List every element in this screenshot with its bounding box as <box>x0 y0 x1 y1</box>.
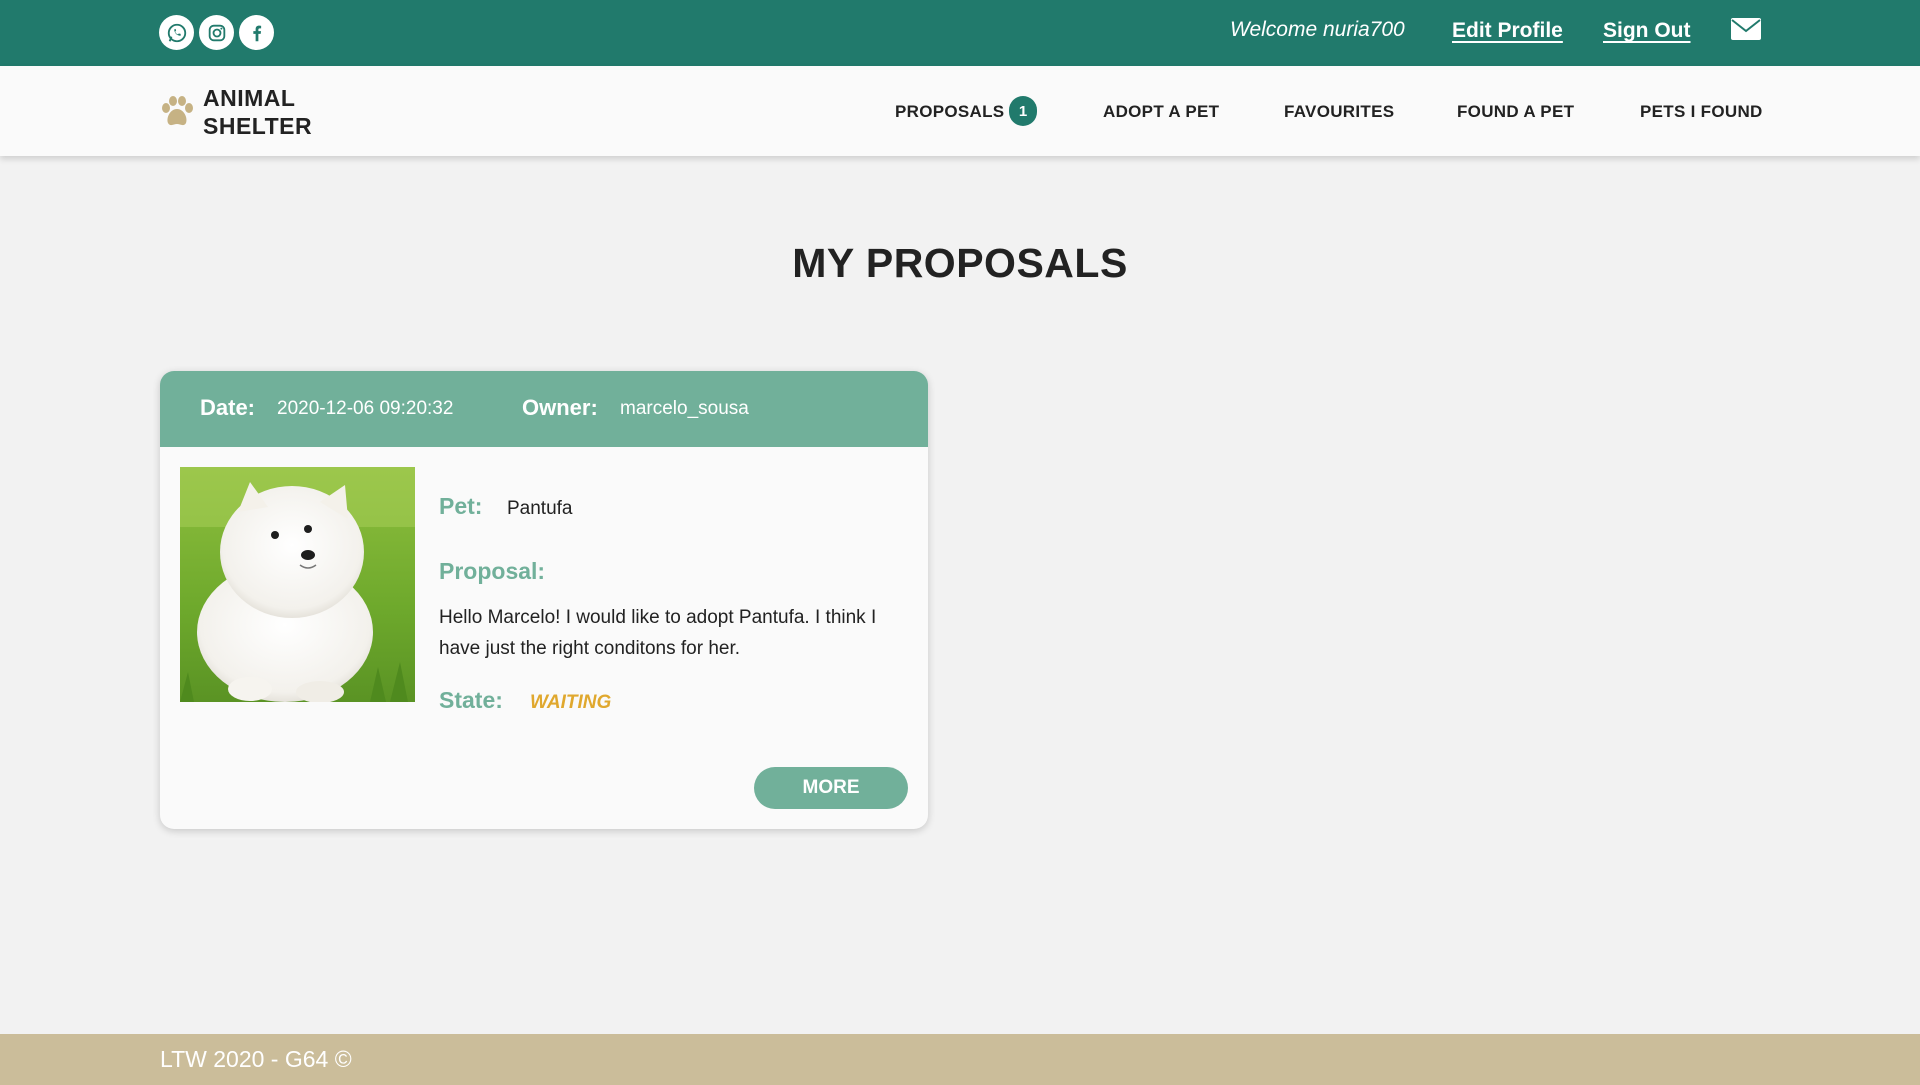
owner-value: marcelo_sousa <box>620 398 749 419</box>
top-bar: Welcome nuria700 Edit Profile Sign Out <box>0 0 1920 66</box>
sign-out-link[interactable]: Sign Out <box>1603 19 1691 43</box>
social-links <box>159 15 274 50</box>
nav-menu: PROPOSALS 1 ADOPT A PET FAVOURITES FOUND… <box>0 66 1920 156</box>
proposal-card: Date: 2020-12-06 09:20:32 Owner: marcelo… <box>160 371 928 829</box>
nav-item-proposals[interactable]: PROPOSALS <box>895 102 1004 122</box>
page-title: MY PROPOSALS <box>792 240 1128 286</box>
nav-item-favourites[interactable]: FAVOURITES <box>1284 102 1394 122</box>
nav-item-adopt-a-pet[interactable]: ADOPT A PET <box>1103 102 1219 122</box>
more-button[interactable]: MORE <box>754 767 908 809</box>
facebook-icon[interactable] <box>239 15 274 50</box>
nav-item-found-a-pet[interactable]: FOUND A PET <box>1457 102 1574 122</box>
welcome-text: Welcome nuria700 <box>1230 18 1405 41</box>
proposals-count-badge: 1 <box>1009 96 1037 126</box>
state-label: State: <box>439 687 503 713</box>
instagram-icon[interactable] <box>199 15 234 50</box>
proposal-message: Hello Marcelo! I would like to adopt Pan… <box>439 607 877 659</box>
pet-label: Pet: <box>439 493 483 519</box>
state-status-badge: WAITING <box>530 692 612 713</box>
envelope-icon[interactable] <box>1731 18 1761 40</box>
date-label: Date: <box>200 395 256 420</box>
main-navbar: ANIMAL SHELTER PROPOSALS 1 ADOPT A PET F… <box>0 66 1920 156</box>
edit-profile-link[interactable]: Edit Profile <box>1452 19 1563 43</box>
footer-copyright: LTW 2020 - G64 © <box>160 1046 352 1072</box>
proposal-card-header: Date: 2020-12-06 09:20:32 Owner: marcelo… <box>160 371 928 447</box>
pet-photo <box>180 467 415 702</box>
date-value: 2020-12-06 09:20:32 <box>277 398 454 419</box>
proposal-label: Proposal: <box>439 558 546 584</box>
page-footer: LTW 2020 - G64 © <box>0 1034 1920 1085</box>
whatsapp-icon[interactable] <box>159 15 194 50</box>
owner-label: Owner: <box>522 395 598 420</box>
nav-item-pets-i-found[interactable]: PETS I FOUND <box>1640 102 1763 122</box>
pet-name: Pantufa <box>507 498 573 519</box>
